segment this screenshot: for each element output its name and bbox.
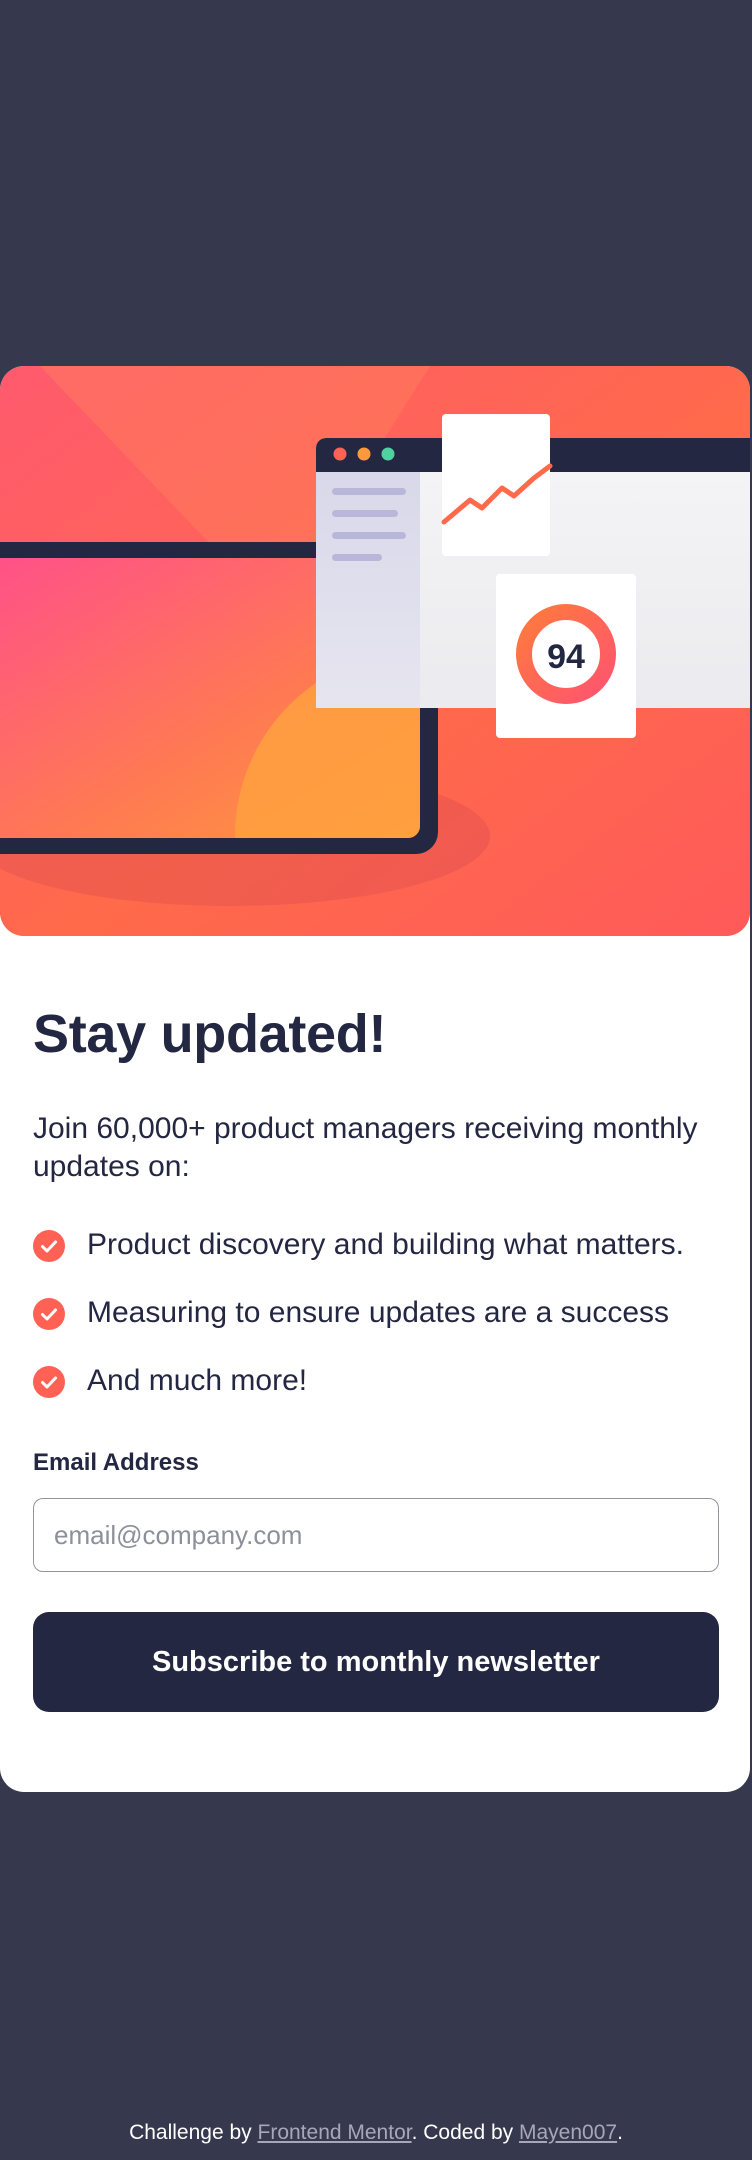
subscribe-button[interactable]: Subscribe to monthly newsletter (33, 1612, 719, 1712)
newsletter-card: 94 Stay updated! Join 60,000+ product ma… (0, 366, 750, 1792)
attribution-suffix: . (617, 2121, 623, 2144)
card-content: Stay updated! Join 60,000+ product manag… (33, 1002, 719, 1712)
check-icon (33, 1230, 65, 1262)
card-intro: Join 60,000+ product managers receiving … (33, 1112, 698, 1183)
hero-illustration: 94 (0, 366, 750, 936)
email-label: Email Address (33, 1449, 199, 1476)
score-value: 94 (547, 638, 585, 676)
card-title: Stay updated! (33, 1004, 387, 1064)
email-field[interactable] (33, 1498, 719, 1572)
attribution-prefix: Challenge by (129, 2121, 258, 2144)
feature-text: Measuring to ensure updates are a succes… (87, 1296, 669, 1329)
check-icon (33, 1366, 65, 1398)
check-icon (33, 1298, 65, 1330)
subscribe-form: Email Address Subscribe to monthly newsl… (33, 1448, 719, 1712)
list-item: Product discovery and building what matt… (33, 1226, 719, 1264)
feature-list: Product discovery and building what matt… (33, 1226, 719, 1400)
list-item: And much more! (33, 1362, 719, 1400)
hero-artwork: 94 (0, 366, 750, 936)
author-link[interactable]: Mayen007 (519, 2121, 617, 2144)
list-item: Measuring to ensure updates are a succes… (33, 1294, 719, 1332)
feature-text: Product discovery and building what matt… (87, 1228, 684, 1261)
attribution-middle: . Coded by (411, 2121, 519, 2144)
attribution: Challenge by Frontend Mentor. Coded by M… (0, 2120, 752, 2146)
feature-text: And much more! (87, 1364, 308, 1397)
frontend-mentor-link[interactable]: Frontend Mentor (258, 2121, 412, 2144)
